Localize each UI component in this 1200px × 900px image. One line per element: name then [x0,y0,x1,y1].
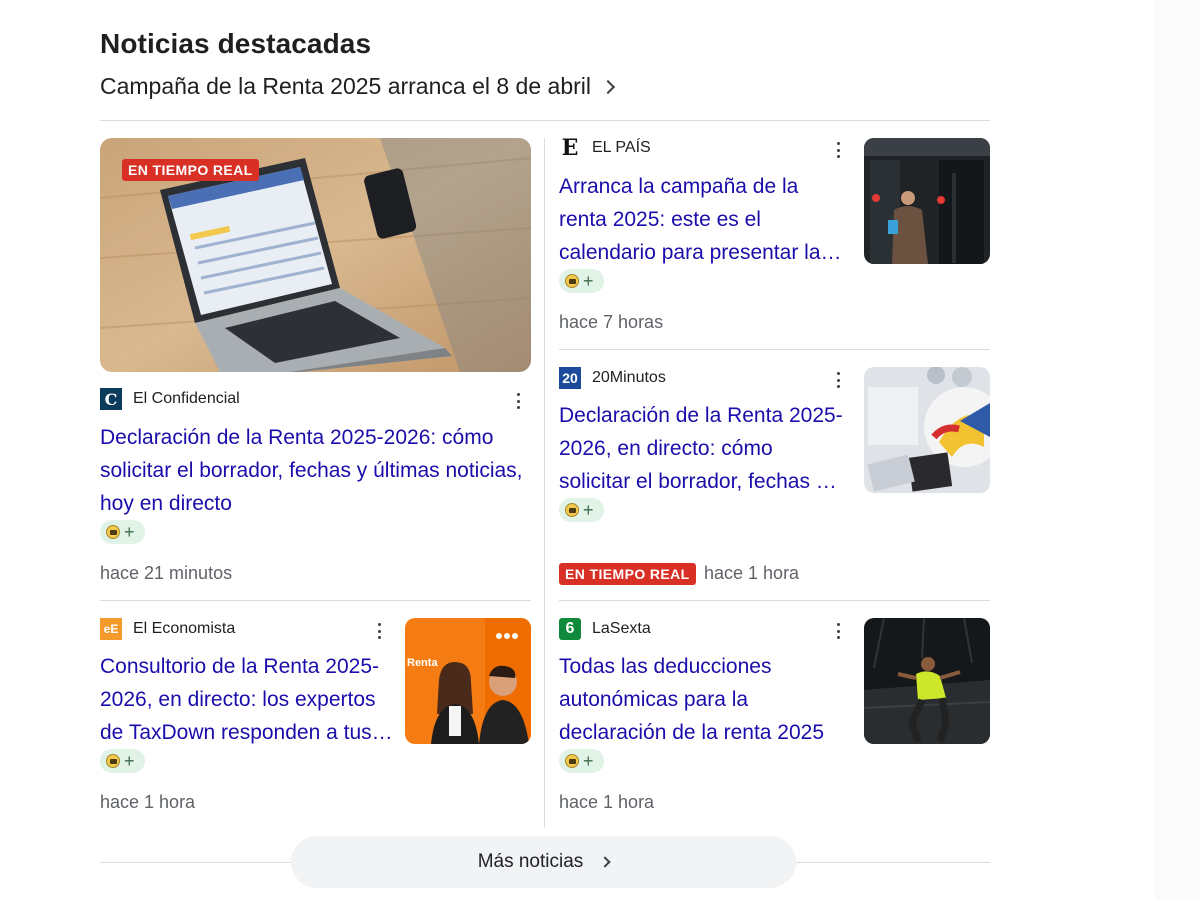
newspaper-icon [106,525,120,539]
source-20minutos[interactable]: 20 20Minutos [559,367,666,389]
article-image-laptop[interactable]: EN TIEMPO REAL [100,138,531,372]
article-time: hace 1 hora [559,792,655,812]
lasexta-logo-icon: 6 [559,618,581,640]
feed-follow-chip[interactable]: + [100,520,145,544]
source-name: El Economista [133,620,236,637]
article-headline[interactable]: Todas las deducciones autonómicas para l… [559,650,847,749]
20minutos-logo-icon: 20 [559,367,581,389]
article-headline[interactable]: Consultorio de la Renta 2025-2026, en di… [100,650,395,749]
renta-experts-image: Renta [405,618,531,744]
more-news-label: Más noticias [477,851,584,872]
article-time: hace 7 horas [559,312,664,332]
el-economista-logo-icon: eE [100,618,122,640]
el-pais-logo-icon: E [561,135,579,161]
source-lasexta[interactable]: 6 LaSexta [559,618,651,640]
divider [559,349,990,350]
divider [559,600,990,601]
chevron-right-icon [599,856,611,868]
more-options-icon[interactable] [832,370,844,390]
article-image-documents[interactable] [864,367,990,493]
article-headline[interactable]: Declaración de la Renta 2025-2026, en di… [559,399,847,498]
el-confidencial-logo-icon: C [100,388,122,410]
plus-icon: + [583,751,594,771]
more-options-icon[interactable] [373,621,385,641]
image-label: Renta [407,657,438,669]
source-el-economista[interactable]: eE El Economista [100,618,235,640]
article-image-office[interactable] [864,138,990,264]
newspaper-icon [565,754,579,768]
article-time: hace 21 minutos [100,563,233,583]
agencia-tributaria-documents-image [864,367,990,493]
plus-icon: + [124,522,135,542]
newspaper-icon [565,274,579,288]
divider [100,600,531,601]
source-el-pais[interactable]: E EL PAÍS [559,135,651,161]
feed-follow-chip[interactable]: + [559,749,604,773]
plus-icon: + [583,271,594,291]
article-headline[interactable]: Arranca la campaña de la renta 2025: est… [559,170,847,269]
column-divider [544,138,545,828]
source-name: LaSexta [592,620,651,637]
feed-follow-chip[interactable]: + [559,269,604,293]
page-edge [1155,0,1200,900]
more-news-button[interactable]: Más noticias [291,836,796,888]
plus-icon: + [124,751,135,771]
feed-follow-chip[interactable]: + [559,498,604,522]
article-time: hace 1 hora [100,792,196,812]
source-name: EL PAÍS [592,139,651,156]
source-name: 20Minutos [592,369,666,386]
athlete-training-image [864,618,990,744]
divider [100,120,990,121]
article-time: hace 1 hora [704,563,800,583]
more-options-icon[interactable] [832,621,844,641]
article-image-experts[interactable]: Renta [405,618,531,744]
plus-icon: + [583,500,594,520]
newspaper-icon [106,754,120,768]
newspaper-icon [565,503,579,517]
section-heading: Noticias destacadas [100,28,372,59]
source-name: El Confidencial [133,390,240,407]
more-options-icon[interactable] [512,391,524,411]
topic-label: Campaña de la Renta 2025 arranca el 8 de… [100,73,591,99]
live-badge: EN TIEMPO REAL [559,563,696,585]
topic-link[interactable]: Campaña de la Renta 2025 arranca el 8 de… [100,73,616,100]
source-el-confidencial[interactable]: C El Confidencial [100,388,240,410]
more-options-icon[interactable] [832,140,844,160]
chevron-right-icon [600,79,616,94]
live-badge: EN TIEMPO REAL [122,159,259,181]
man-entering-office-image [864,138,990,264]
article-image-athlete[interactable] [864,618,990,744]
feed-follow-chip[interactable]: + [100,749,145,773]
article-headline[interactable]: Declaración de la Renta 2025-2026: cómo … [100,421,530,520]
